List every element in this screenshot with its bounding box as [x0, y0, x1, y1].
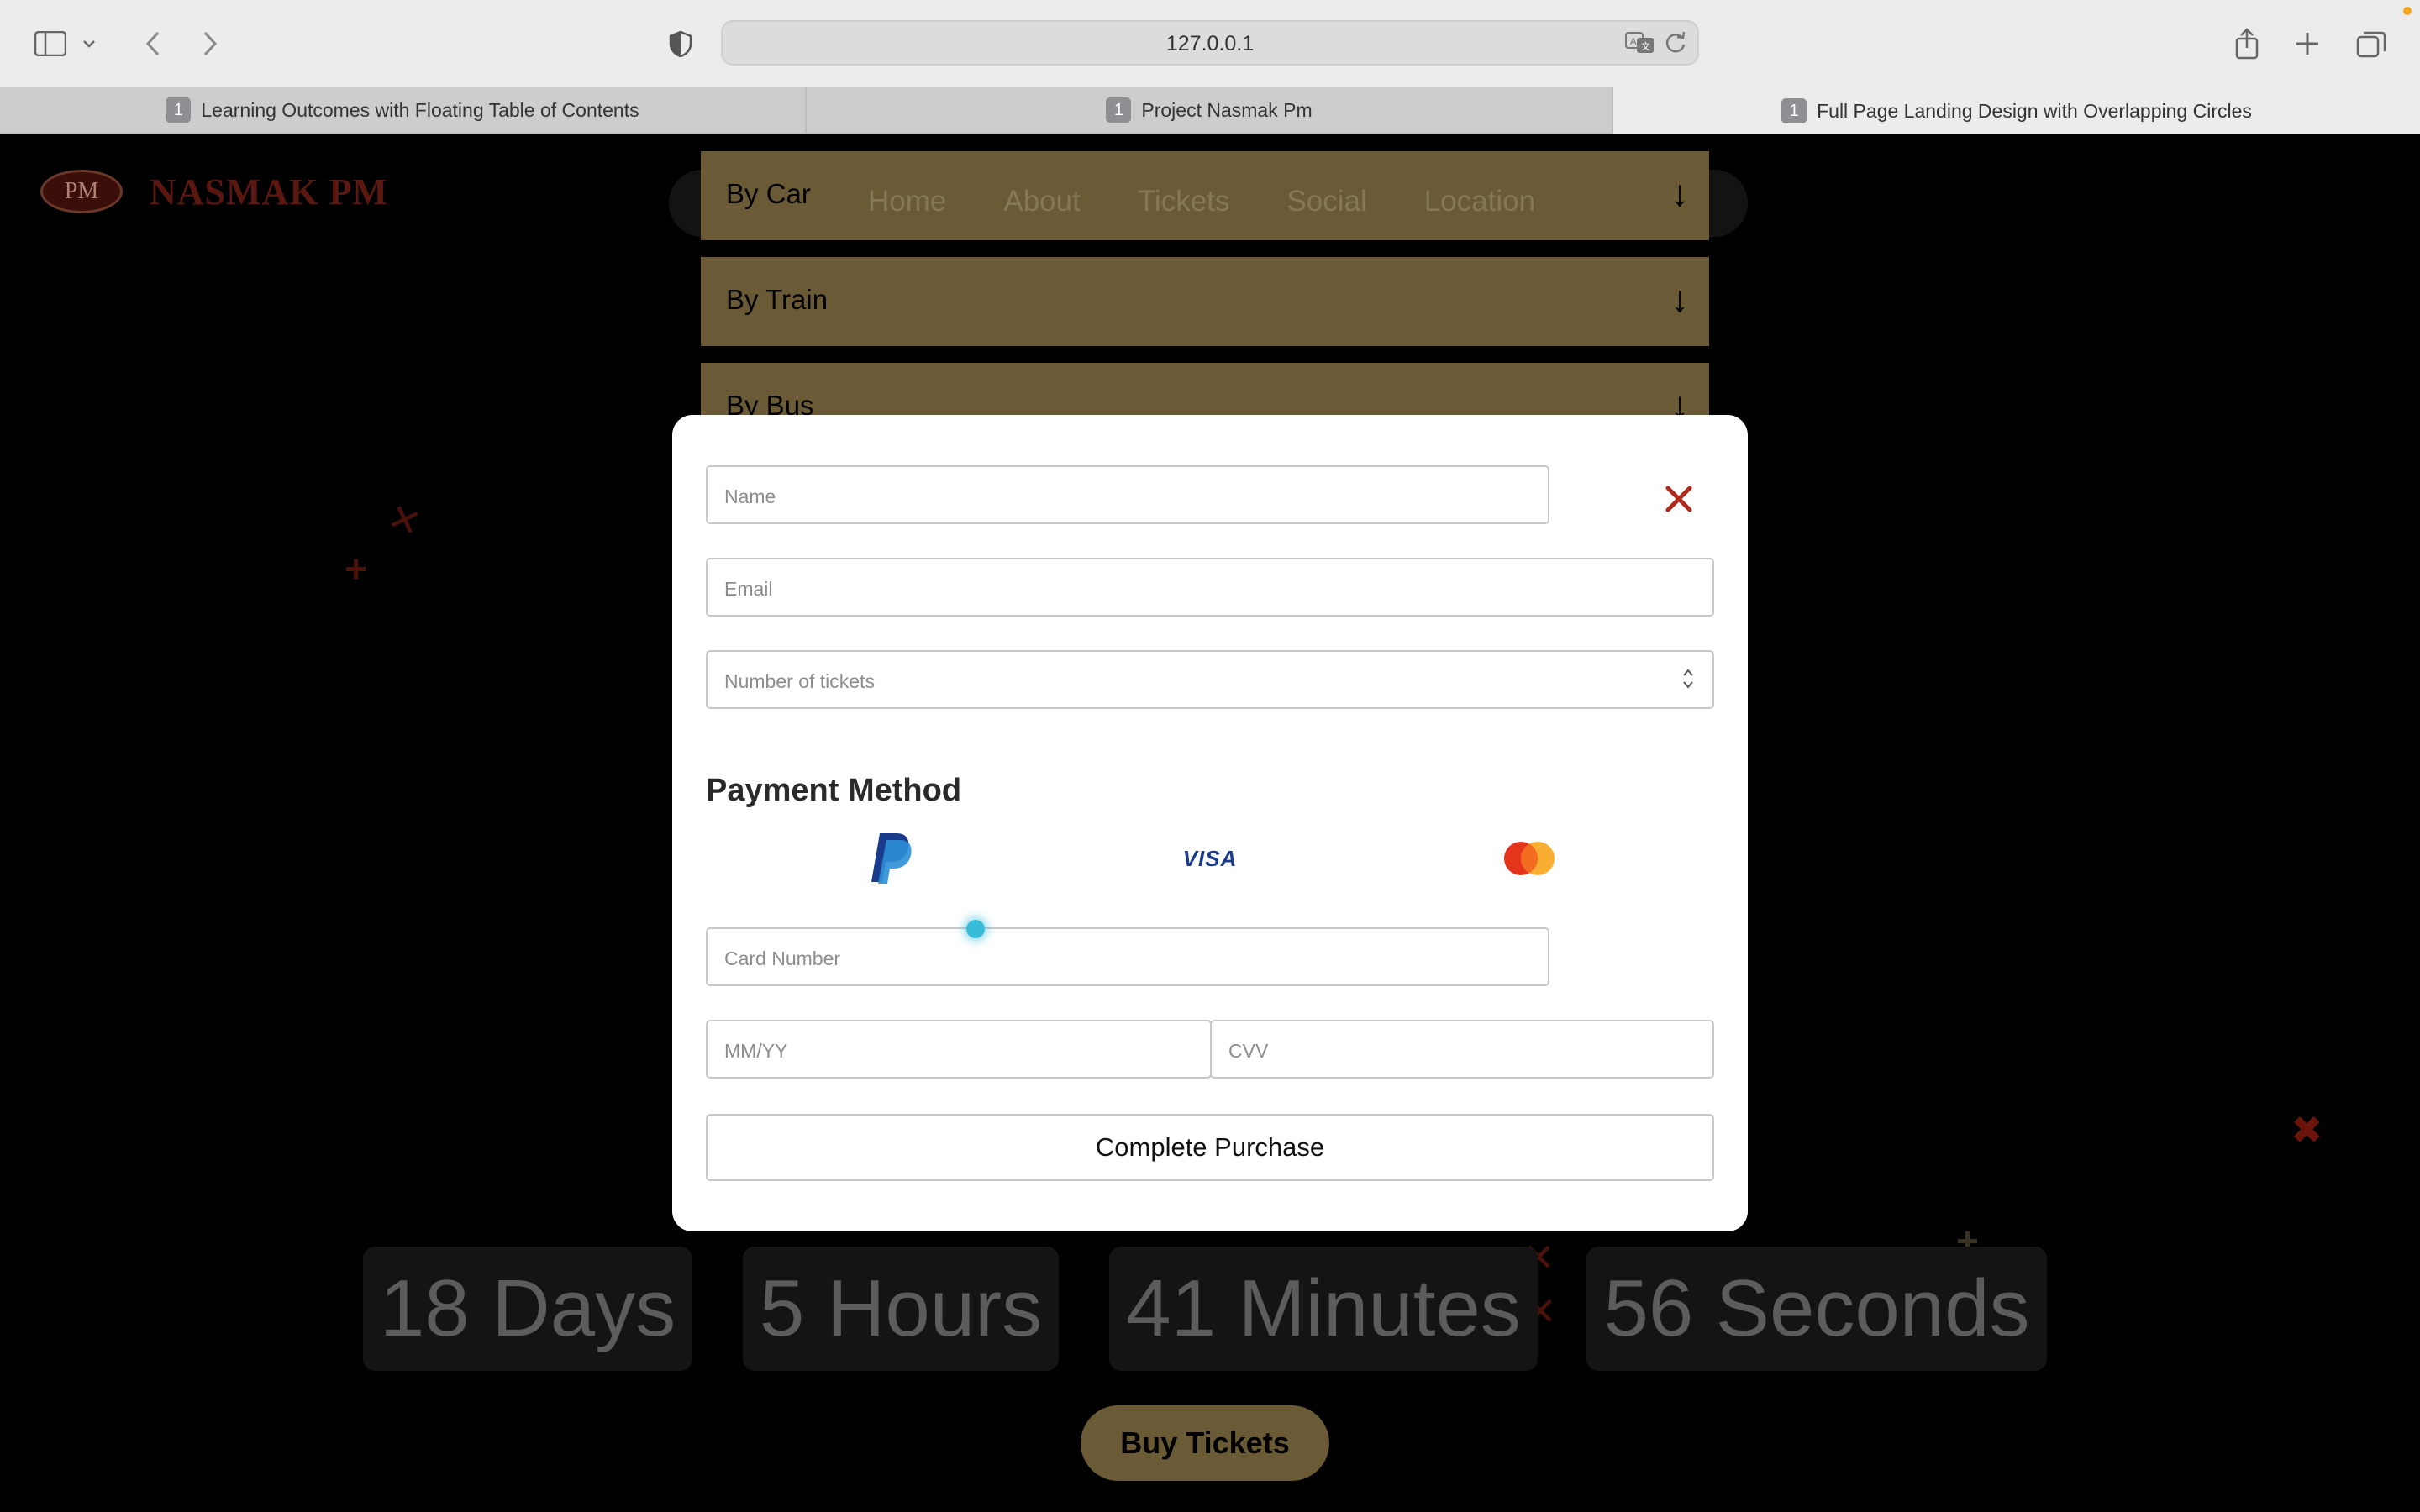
- cvv-placeholder: CVV: [1228, 1040, 1269, 1062]
- url-text: 127.0.0.1: [1165, 32, 1255, 55]
- tab-title: Learning Outcomes with Floating Table of…: [201, 98, 639, 121]
- tab-learning-outcomes[interactable]: 1 Learning Outcomes with Floating Table …: [0, 87, 807, 134]
- tab-count-badge: 1: [1106, 97, 1132, 123]
- nav-location[interactable]: Location: [1424, 185, 1535, 218]
- notification-dot: [2403, 7, 2412, 15]
- card-number-field[interactable]: Card Number: [706, 927, 1549, 986]
- decor-cross-icon: ✖: [2291, 1108, 2323, 1152]
- purchase-modal: Name Email Number of tickets Payment Met…: [672, 415, 1748, 1231]
- stepper-icon[interactable]: [1682, 667, 1694, 695]
- tab-title: Full Page Landing Design with Overlappin…: [1817, 99, 2252, 122]
- arrow-down-icon: ↓: [1670, 279, 1689, 320]
- email-field[interactable]: Email: [706, 558, 1714, 617]
- forward-icon[interactable]: [187, 20, 234, 67]
- nav-about[interactable]: About: [1003, 185, 1080, 218]
- visa-icon[interactable]: VISA: [1168, 825, 1252, 892]
- nav-tickets[interactable]: Tickets: [1138, 185, 1230, 218]
- countdown-seconds: 56 Seconds: [1586, 1247, 2047, 1371]
- paypal-icon[interactable]: [849, 825, 933, 892]
- tab-overview-icon[interactable]: [2348, 20, 2395, 67]
- tab-count-badge: 1: [166, 97, 192, 123]
- tickets-quantity-field[interactable]: Number of tickets: [706, 650, 1714, 709]
- mouse-cursor: [966, 920, 985, 938]
- decor-plus-icon: +: [345, 547, 367, 591]
- tab-full-page-landing[interactable]: 1 Full Page Landing Design with Overlapp…: [1613, 87, 2420, 134]
- site-logo[interactable]: PM NASMAK PM: [40, 170, 388, 213]
- accordion-label: By Car: [726, 178, 811, 209]
- buy-tickets-button[interactable]: Buy Tickets: [1081, 1405, 1329, 1481]
- cvv-field[interactable]: CVV: [1210, 1020, 1714, 1079]
- logo-text: NASMAK PM: [150, 171, 388, 213]
- countdown-minutes: 41 Minutes: [1109, 1247, 1538, 1371]
- complete-purchase-button[interactable]: Complete Purchase: [706, 1114, 1714, 1181]
- email-placeholder: Email: [724, 578, 773, 600]
- mastercard-icon[interactable]: [1479, 825, 1580, 892]
- arrow-down-icon: ↓: [1670, 173, 1689, 214]
- browser-toolbar: 127.0.0.1 A文: [0, 0, 2420, 87]
- nav-links: Home About Tickets Social Location: [868, 185, 1592, 218]
- accordion-label: By Train: [726, 284, 829, 315]
- expiry-field[interactable]: MM/YY: [706, 1020, 1212, 1079]
- name-placeholder: Name: [724, 486, 776, 507]
- address-bar[interactable]: 127.0.0.1 A文: [721, 20, 1699, 66]
- privacy-shield-icon[interactable]: [657, 20, 704, 67]
- reload-icon[interactable]: [1664, 30, 1687, 60]
- svg-text:文: 文: [1641, 40, 1650, 52]
- logo-mark: PM: [40, 170, 123, 213]
- tab-count-badge: 1: [1781, 98, 1807, 123]
- back-icon[interactable]: [129, 20, 176, 67]
- tab-project-nasmak[interactable]: 1 Project Nasmak Pm: [807, 87, 1613, 134]
- sidebar-toggle-icon[interactable]: [27, 20, 74, 67]
- payment-method-title: Payment Method: [706, 773, 962, 808]
- countdown-days: 18 Days: [363, 1247, 692, 1371]
- translate-icon[interactable]: A文: [1625, 30, 1655, 60]
- svg-text:A: A: [1630, 36, 1637, 47]
- expiry-placeholder: MM/YY: [724, 1040, 788, 1062]
- visa-text: VISA: [1182, 845, 1238, 871]
- name-field[interactable]: Name: [706, 465, 1549, 524]
- accordion-by-train[interactable]: By Train ↓: [701, 257, 1709, 346]
- nav-home[interactable]: Home: [868, 185, 946, 218]
- chevron-down-icon[interactable]: [72, 20, 106, 67]
- decor-cross-icon: ✕: [381, 493, 428, 547]
- tab-title: Project Nasmak Pm: [1141, 98, 1313, 121]
- tickets-placeholder: Number of tickets: [724, 670, 875, 692]
- countdown-hours: 5 Hours: [743, 1247, 1059, 1371]
- nav-social[interactable]: Social: [1286, 185, 1366, 218]
- card-number-placeholder: Card Number: [724, 948, 841, 969]
- share-icon[interactable]: [2223, 20, 2270, 67]
- tab-bar: 1 Learning Outcomes with Floating Table …: [0, 87, 2420, 134]
- close-icon[interactable]: [1659, 479, 1699, 519]
- new-tab-icon[interactable]: [2284, 20, 2331, 67]
